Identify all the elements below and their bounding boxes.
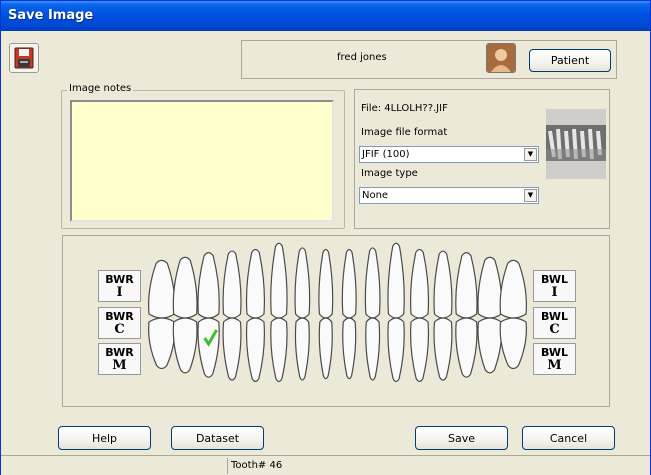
patient-button[interactable]: Patient: [529, 49, 611, 72]
image-file-format-label: Image file format: [361, 127, 448, 138]
file-name: File: 4LLOLH??.JIF: [361, 103, 448, 114]
upper-tooth-5[interactable]: [245, 248, 266, 319]
lower-tooth-8[interactable]: [318, 317, 333, 380]
dropdown-arrow-icon[interactable]: ▼: [524, 148, 537, 161]
upper-tooth-14[interactable]: [455, 252, 478, 319]
image-notes-textarea[interactable]: [70, 100, 334, 222]
upper-tooth-6[interactable]: [270, 242, 288, 319]
lower-tooth-2[interactable]: [172, 317, 198, 374]
title-bar[interactable]: Save Image: [1, 1, 650, 31]
save-button[interactable]: Save: [415, 426, 508, 450]
cancel-button[interactable]: Cancel: [522, 426, 615, 450]
lower-tooth-4[interactable]: [222, 317, 242, 381]
lower-tooth-9[interactable]: [342, 317, 357, 380]
patient-avatar-icon: [487, 44, 515, 72]
image-type-label: Image type: [361, 168, 418, 179]
lower-tooth-13[interactable]: [433, 317, 453, 381]
upper-tooth-16[interactable]: [499, 259, 527, 319]
upper-tooth-12[interactable]: [409, 248, 430, 319]
upper-tooth-15[interactable]: [477, 256, 503, 319]
tooth-chart-panel: BWR I BWR C BWR M BWL I BWL C BWL M: [62, 235, 610, 407]
file-panel: File: 4LLOLH??.JIF Image file format JFI…: [354, 89, 610, 229]
lower-tooth-1[interactable]: [148, 317, 176, 370]
save-floppy-button[interactable]: [9, 43, 39, 73]
image-type-value: None: [362, 190, 389, 201]
upper-tooth-1[interactable]: [148, 259, 176, 319]
bwl-m-line2: M: [547, 358, 562, 373]
tooth-diagram: [148, 242, 527, 383]
image-file-format-value: JFIF (100): [362, 149, 410, 160]
dataset-button[interactable]: Dataset: [171, 426, 264, 450]
status-separator: [227, 458, 228, 474]
patient-panel: fred jones Patient: [241, 40, 617, 79]
lower-tooth-6[interactable]: [270, 317, 288, 383]
image-notes-group: Image notes: [61, 83, 345, 229]
bwr-c-button[interactable]: BWR C: [98, 307, 141, 339]
bwl-c-line2: C: [549, 322, 560, 337]
bwr-m-button[interactable]: BWR M: [98, 343, 141, 375]
window-title: Save Image: [8, 8, 94, 23]
bwr-c-line2: C: [114, 322, 125, 337]
upper-tooth-2[interactable]: [172, 256, 198, 319]
lower-tooth-5[interactable]: [245, 317, 266, 383]
bwl-i-button[interactable]: BWL I: [533, 270, 576, 302]
upper-tooth-3[interactable]: [197, 252, 220, 319]
upper-tooth-13[interactable]: [433, 250, 453, 319]
bwl-i-line2: I: [551, 285, 558, 300]
lower-tooth-12[interactable]: [409, 317, 430, 383]
dropdown-arrow-icon[interactable]: ▼: [524, 189, 537, 202]
bwl-c-button[interactable]: BWL C: [533, 307, 576, 339]
upper-tooth-7[interactable]: [294, 247, 311, 319]
image-type-select[interactable]: None ▼: [359, 187, 539, 204]
upper-tooth-9[interactable]: [341, 248, 357, 319]
lower-tooth-15[interactable]: [477, 317, 503, 374]
save-image-dialog: Save Image fred jones Patient Image note…: [0, 0, 651, 475]
xray-thumbnail: [546, 109, 606, 179]
status-bar: Tooth# 46: [1, 455, 650, 475]
bwr-i-line2: I: [116, 285, 123, 300]
lower-tooth-3[interactable]: [197, 317, 220, 378]
upper-tooth-10[interactable]: [364, 247, 381, 319]
lower-tooth-14[interactable]: [455, 317, 478, 378]
lower-tooth-16[interactable]: [499, 317, 527, 370]
status-tooth-number: Tooth# 46: [231, 460, 283, 471]
patient-avatar-button[interactable]: [486, 43, 516, 73]
lower-tooth-11[interactable]: [387, 317, 405, 383]
patient-name: fred jones: [337, 52, 387, 63]
upper-tooth-11[interactable]: [387, 242, 405, 319]
upper-tooth-8[interactable]: [318, 248, 334, 319]
lower-tooth-10[interactable]: [365, 317, 381, 381]
image-file-format-select[interactable]: JFIF (100) ▼: [359, 146, 539, 163]
help-button[interactable]: Help: [58, 426, 151, 450]
image-notes-label: Image notes: [67, 83, 134, 94]
upper-tooth-4[interactable]: [222, 250, 242, 319]
bwr-m-line2: M: [112, 358, 127, 373]
bwl-m-button[interactable]: BWL M: [533, 343, 576, 375]
bwr-i-button[interactable]: BWR I: [98, 270, 141, 302]
lower-tooth-7[interactable]: [294, 317, 310, 381]
floppy-disk-icon: [14, 47, 34, 69]
